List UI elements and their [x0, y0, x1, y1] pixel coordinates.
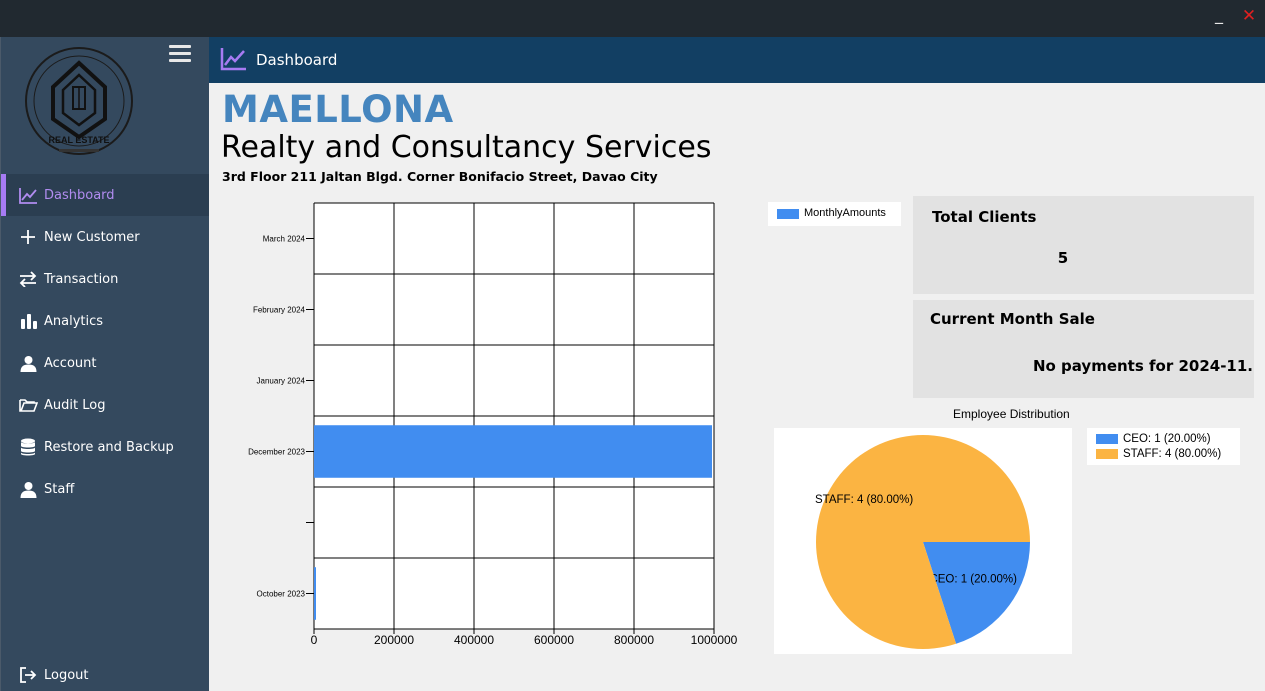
- swap-arrows-icon: [18, 269, 38, 289]
- bar-chart-icon: [18, 311, 38, 331]
- y-tick-label: October 2023: [257, 590, 306, 599]
- logout-button[interactable]: Logout: [1, 664, 209, 686]
- legend-swatch: [1096, 433, 1118, 444]
- sidebar-item-audit-log[interactable]: Audit Log: [1, 384, 209, 426]
- legend-label: STAFF: 4 (80.00%): [1123, 447, 1222, 460]
- pie-legend-item: CEO: 1 (20.00%): [1096, 432, 1211, 445]
- x-tick-label: 400000: [454, 633, 494, 647]
- sidebar-item-label: Account: [44, 355, 97, 371]
- line-chart-icon: [220, 47, 247, 71]
- current-month-sale-card: Current Month Sale No payments for 2024-…: [913, 300, 1254, 398]
- x-tick-label: 600000: [534, 633, 574, 647]
- user-icon: [18, 479, 38, 499]
- x-tick-label: 800000: [614, 633, 654, 647]
- minimize-button[interactable]: _: [1210, 7, 1228, 26]
- pie-chart-title: Employee Distribution: [953, 407, 1070, 421]
- logo-text: REAL ESTATE: [48, 135, 109, 145]
- plus-icon: [18, 227, 38, 247]
- x-tick-label: 0: [311, 633, 318, 647]
- window-title-bar: _ ✕: [0, 0, 1265, 37]
- current-month-sale-label: Current Month Sale: [930, 310, 1095, 328]
- sidebar-item-label: Transaction: [44, 271, 119, 287]
- sidebar-item-label: Staff: [44, 481, 75, 497]
- bar: [314, 425, 712, 478]
- sidebar-item-label: Audit Log: [44, 397, 106, 413]
- sidebar-item-analytics[interactable]: Analytics: [1, 300, 209, 342]
- menu-toggle-icon[interactable]: [169, 45, 191, 65]
- company-address: 3rd Floor 211 Jaltan Blgd. Corner Bonifa…: [222, 169, 658, 184]
- legend-swatch: [1096, 448, 1118, 459]
- bar: [314, 567, 316, 620]
- x-tick-label: 200000: [374, 633, 414, 647]
- pie-slice-label: STAFF: 4 (80.00%): [815, 494, 913, 506]
- logout-icon: [18, 665, 38, 685]
- total-clients-value: 5: [1057, 249, 1069, 267]
- company-name: MAELLONA: [222, 88, 454, 131]
- sidebar: REAL ESTATE Dashboard New Customer Trans…: [0, 37, 209, 691]
- legend-swatch: [777, 209, 799, 219]
- pie-slice-label: CEO: 1 (20.00%): [929, 573, 1017, 585]
- pie-legend-item: STAFF: 4 (80.00%): [1096, 447, 1221, 460]
- sidebar-item-staff[interactable]: Staff: [1, 468, 209, 510]
- user-icon: [18, 353, 38, 373]
- sidebar-item-label: Restore and Backup: [44, 439, 174, 455]
- current-month-sale-value: No payments for 2024-11.: [1032, 357, 1253, 375]
- y-tick-label: March 2024: [263, 235, 306, 244]
- sidebar-item-transaction[interactable]: Transaction: [1, 258, 209, 300]
- sidebar-nav: Dashboard New Customer Transaction Analy…: [1, 174, 209, 510]
- database-icon: [18, 437, 38, 457]
- monthly-amounts-chart: 0 200000 400000 600000 800000 1000000 October …: [219, 196, 759, 656]
- sidebar-item-label: Dashboard: [44, 187, 115, 203]
- page-title: Dashboard: [256, 51, 338, 69]
- chart-legend: MonthlyAmounts: [768, 202, 901, 226]
- sidebar-item-dashboard[interactable]: Dashboard: [1, 174, 209, 216]
- page-header: Dashboard: [209, 37, 1265, 83]
- total-clients-card: Total Clients 5: [913, 196, 1254, 294]
- sidebar-item-restore-and-backup[interactable]: Restore and Backup: [1, 426, 209, 468]
- y-tick-label: February 2024: [253, 306, 306, 315]
- x-tick-label: 1000000: [691, 633, 738, 647]
- company-logo: REAL ESTATE: [15, 43, 143, 161]
- employee-distribution-chart: CEO: 1 (20.00%) STAFF: 4 (80.00%): [774, 428, 1072, 654]
- y-tick-label: January 2024: [257, 377, 306, 386]
- folder-open-icon: [18, 395, 38, 415]
- sidebar-item-label: New Customer: [44, 229, 140, 245]
- pie-legend: CEO: 1 (20.00%) STAFF: 4 (80.00%): [1087, 428, 1240, 465]
- sidebar-item-label: Analytics: [44, 313, 104, 329]
- logout-label: Logout: [44, 667, 89, 683]
- sidebar-item-account[interactable]: Account: [1, 342, 209, 384]
- total-clients-label: Total Clients: [932, 208, 1037, 226]
- y-tick-label: December 2023: [248, 448, 305, 457]
- legend-label: CEO: 1 (20.00%): [1123, 432, 1211, 445]
- company-subtitle: Realty and Consultancy Services: [221, 130, 712, 165]
- legend-label: MonthlyAmounts: [804, 207, 886, 219]
- sidebar-item-new-customer[interactable]: New Customer: [1, 216, 209, 258]
- close-button[interactable]: ✕: [1240, 7, 1258, 25]
- line-chart-icon: [18, 185, 38, 205]
